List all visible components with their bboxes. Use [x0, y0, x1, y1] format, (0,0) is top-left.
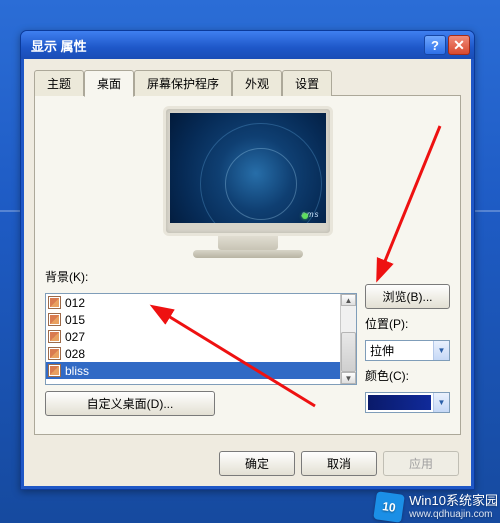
apply-button[interactable]: 应用 [383, 451, 459, 476]
tab-row: 主题 桌面 屏幕保护程序 外观 设置 [34, 70, 461, 96]
wallpaper-preview: ams [45, 106, 450, 258]
bottom-button-bar: 确定 取消 应用 [24, 443, 471, 486]
tab-appearance[interactable]: 外观 [232, 70, 282, 96]
position-combo[interactable]: 拉伸 ▼ [365, 340, 450, 361]
watermark-url: www.qdhuajin.com [409, 509, 498, 520]
watermark-logo-icon: 10 [373, 491, 405, 523]
scroll-thumb[interactable] [341, 332, 356, 372]
bitmap-file-icon [48, 364, 61, 377]
tab-screensaver[interactable]: 屏幕保护程序 [134, 70, 232, 96]
background-items: 012 015 027 028 bliss [46, 294, 340, 384]
bitmap-file-icon [48, 330, 61, 343]
power-led-icon [302, 213, 308, 219]
background-listbox[interactable]: 012 015 027 028 bliss ▲ ▼ [45, 293, 357, 385]
position-value: 拉伸 [366, 341, 433, 360]
background-label: 背景(K): [45, 268, 357, 285]
tab-panel-desktop: ams 背景(K): 012 015 027 [34, 95, 461, 435]
scroll-track[interactable] [341, 306, 356, 372]
close-button[interactable]: ✕ [448, 35, 470, 55]
window-title: 显示 属性 [31, 36, 422, 55]
customize-desktop-button[interactable]: 自定义桌面(D)... [45, 391, 215, 416]
list-item[interactable]: 015 [46, 311, 340, 328]
list-item[interactable]: 012 [46, 294, 340, 311]
list-item-selected[interactable]: bliss [46, 362, 340, 379]
bitmap-file-icon [48, 313, 61, 326]
tab-settings[interactable]: 设置 [282, 70, 332, 96]
color-label: 颜色(C): [365, 367, 450, 384]
color-combo[interactable]: ▼ [365, 392, 450, 413]
tab-theme[interactable]: 主题 [34, 70, 84, 96]
chevron-down-icon[interactable]: ▼ [433, 393, 449, 412]
titlebar[interactable]: 显示 属性 ? ✕ [21, 31, 474, 59]
help-button[interactable]: ? [424, 35, 446, 55]
bitmap-file-icon [48, 296, 61, 309]
bitmap-file-icon [48, 347, 61, 360]
watermark: 10 Win10系统家园 www.qdhuajin.com [375, 493, 498, 521]
display-properties-dialog: 显示 属性 ? ✕ 主题 桌面 屏幕保护程序 外观 设置 ams [20, 30, 475, 490]
tab-desktop[interactable]: 桌面 [84, 70, 134, 97]
list-item[interactable]: 028 [46, 345, 340, 362]
scroll-down-button[interactable]: ▼ [341, 372, 356, 384]
position-label: 位置(P): [365, 315, 450, 332]
watermark-title: Win10系统家园 [409, 494, 498, 508]
preview-screen: ams [170, 113, 326, 223]
client-area: 主题 桌面 屏幕保护程序 外观 设置 ams [24, 59, 471, 486]
cancel-button[interactable]: 取消 [301, 451, 377, 476]
chevron-down-icon[interactable]: ▼ [433, 341, 449, 360]
scrollbar[interactable]: ▲ ▼ [340, 294, 356, 384]
scroll-up-button[interactable]: ▲ [341, 294, 356, 306]
browse-button[interactable]: 浏览(B)... [365, 284, 450, 309]
list-item[interactable]: 027 [46, 328, 340, 345]
ok-button[interactable]: 确定 [219, 451, 295, 476]
color-swatch [368, 395, 431, 410]
